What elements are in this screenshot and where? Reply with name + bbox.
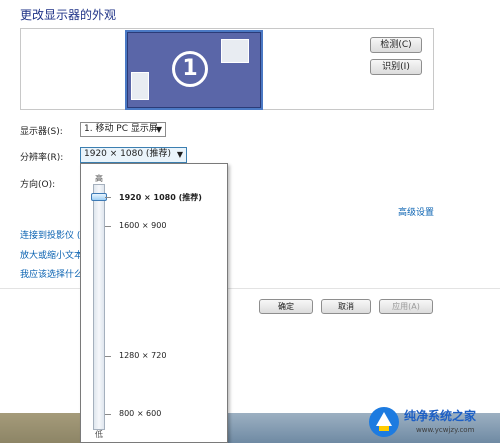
resolution-option[interactable]: 1280 × 720: [119, 351, 166, 360]
watermark-logo: 纯净系统之家 www.ycwjzy.com: [366, 404, 496, 440]
resolution-option[interactable]: 1600 × 900: [119, 221, 166, 230]
help-choose-link[interactable]: 我应该选择什么: [20, 267, 83, 280]
desktop-wallpaper-strip: [0, 413, 90, 443]
resolution-dropdown: 高 1920 × 1080 (推荐) 1600 × 900 1280 × 720…: [80, 163, 228, 443]
watermark-url: www.ycwjzy.com: [416, 426, 475, 434]
slider-tick: [105, 414, 111, 415]
text-size-link[interactable]: 放大或缩小文本: [20, 248, 83, 261]
slider-tick: [105, 226, 111, 227]
high-label: 高: [95, 174, 103, 183]
chevron-down-icon: ▼: [176, 150, 183, 159]
chevron-down-icon: ▼: [155, 125, 162, 134]
monitor-number: 1: [172, 51, 208, 87]
slider-tick: [105, 197, 111, 198]
detect-button[interactable]: 检测(C): [370, 37, 422, 53]
resolution-select-value: 1920 × 1080 (推荐): [84, 149, 171, 159]
resolution-select[interactable]: 1920 × 1080 (推荐) ▼: [80, 147, 187, 163]
preview-window-icon: [221, 39, 249, 63]
orientation-label: 方向(O):: [20, 180, 56, 190]
monitor-1-tile[interactable]: 1: [125, 30, 263, 110]
display-preview: 1 检测(C) 识别(I): [20, 28, 434, 110]
connect-projector-link[interactable]: 连接到投影仪 (: [20, 228, 80, 241]
ok-button[interactable]: 确定: [259, 299, 313, 314]
resolution-option[interactable]: 800 × 600: [119, 409, 161, 418]
slider-tick: [105, 356, 111, 357]
display-select-value: 1. 移动 PC 显示屏: [84, 124, 158, 134]
low-label: 低: [95, 430, 103, 439]
cancel-button[interactable]: 取消: [321, 299, 371, 314]
identify-button[interactable]: 识别(I): [370, 59, 422, 75]
divider: [0, 288, 500, 289]
page-title: 更改显示器的外观: [20, 8, 117, 22]
advanced-settings-link[interactable]: 高级设置: [398, 205, 434, 218]
watermark-name: 纯净系统之家: [404, 409, 477, 423]
apply-button[interactable]: 应用(A): [379, 299, 433, 314]
resolution-option[interactable]: 1920 × 1080 (推荐): [119, 192, 202, 203]
display-label: 显示器(S):: [20, 127, 63, 137]
display-select[interactable]: 1. 移动 PC 显示屏 ▼: [80, 122, 166, 137]
resolution-slider-track[interactable]: [93, 184, 105, 430]
resolution-label: 分辨率(R):: [20, 153, 64, 163]
preview-sidebar-icon: [131, 72, 149, 100]
